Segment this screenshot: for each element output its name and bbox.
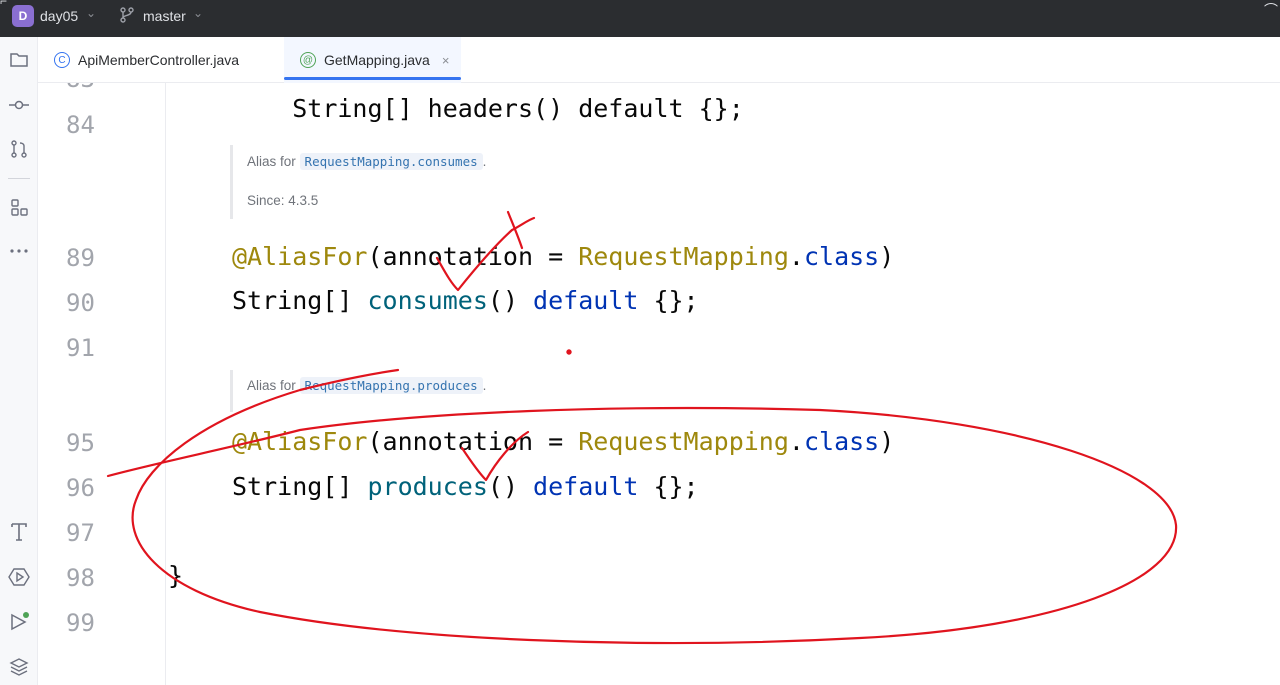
code-line-98: } bbox=[168, 561, 184, 590]
layers-icon[interactable] bbox=[7, 655, 31, 679]
notifications-icon[interactable] bbox=[7, 520, 31, 544]
folder-icon[interactable] bbox=[7, 48, 31, 72]
line-number: 96 bbox=[66, 474, 95, 502]
project-name[interactable]: day05 bbox=[40, 8, 78, 24]
code-line-90: String[] consumes() default {}; bbox=[232, 286, 699, 315]
title-bar: ⌐ D day05 ⌄ master ⌄ ⌒ bbox=[0, 0, 1280, 37]
tab-get-mapping[interactable]: @ GetMapping.java × bbox=[284, 37, 462, 83]
line-number: 95 bbox=[66, 429, 95, 457]
line-number: 90 bbox=[66, 289, 95, 317]
doc-link-consumes[interactable]: RequestMapping.consumes bbox=[299, 153, 483, 170]
structure-icon[interactable] bbox=[7, 195, 31, 219]
more-icon[interactable] bbox=[7, 239, 31, 263]
branch-icon bbox=[120, 7, 134, 23]
doc-link-produces[interactable]: RequestMapping.produces bbox=[299, 377, 483, 394]
run-icon[interactable] bbox=[7, 610, 31, 634]
chevron-down-icon[interactable]: ⌄ bbox=[193, 6, 203, 20]
line-number: 89 bbox=[66, 244, 95, 272]
window-menu-icon[interactable]: ⌐ bbox=[0, 0, 7, 8]
line-number: 83 bbox=[66, 83, 106, 93]
code-editor[interactable]: String[] headers() default {}; 83 84 Ali… bbox=[38, 83, 1280, 685]
chevron-down-icon[interactable]: ⌄ bbox=[86, 6, 96, 20]
tab-label: ApiMemberController.java bbox=[78, 52, 240, 68]
line-number: 98 bbox=[66, 564, 95, 592]
commit-icon[interactable] bbox=[7, 93, 31, 117]
line-number: 91 bbox=[66, 334, 95, 362]
doc-since: Since: 4.3.5 bbox=[247, 193, 319, 208]
code-line-95: @AliasFor(annotation = RequestMapping.cl… bbox=[232, 427, 895, 456]
window-corner-icon: ⌒ bbox=[1264, 2, 1278, 18]
editor-tab-bar: C ApiMemberController.java @ GetMapping.… bbox=[38, 37, 1280, 83]
line-number: 99 bbox=[66, 609, 95, 637]
doc-alias-consumes: Alias for RequestMapping.consumes. bbox=[247, 153, 487, 170]
tab-api-member-controller[interactable]: C ApiMemberController.java bbox=[54, 37, 239, 83]
project-badge[interactable]: D bbox=[12, 5, 34, 27]
code-line-partial: String[] headers() default {}; bbox=[292, 94, 744, 123]
class-icon: C bbox=[54, 52, 70, 68]
code-line-96: String[] produces() default {}; bbox=[232, 472, 699, 501]
tab-label: GetMapping.java bbox=[324, 52, 430, 68]
line-number: 84 bbox=[66, 111, 95, 139]
services-icon[interactable] bbox=[7, 565, 31, 589]
pull-requests-icon[interactable] bbox=[7, 137, 31, 161]
close-icon[interactable]: × bbox=[442, 53, 450, 68]
annotation-icon: @ bbox=[300, 52, 316, 68]
line-number: 97 bbox=[66, 519, 95, 547]
active-tab-indicator bbox=[284, 77, 462, 80]
code-line-89: @AliasFor(annotation = RequestMapping.cl… bbox=[232, 242, 895, 271]
doc-alias-produces: Alias for RequestMapping.produces. bbox=[247, 377, 487, 394]
tool-window-strip bbox=[0, 37, 38, 685]
branch-name[interactable]: master bbox=[143, 8, 186, 24]
